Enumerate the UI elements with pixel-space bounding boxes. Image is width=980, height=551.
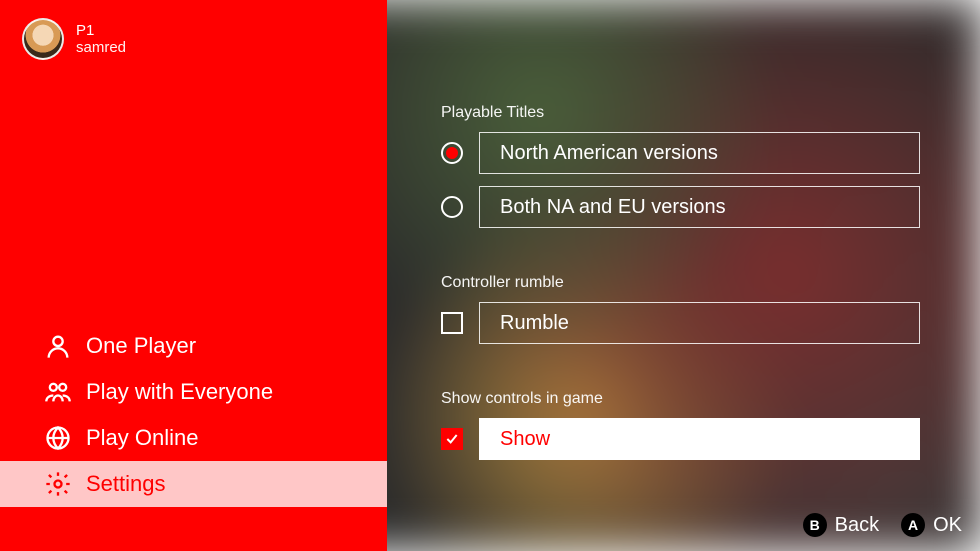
option-label: Both NA and EU versions (500, 196, 726, 219)
sidebar-item-play-with-everyone[interactable]: Play with Everyone (0, 369, 387, 415)
footer-hints: B Back A OK (803, 513, 962, 537)
radio-icon (441, 142, 463, 164)
option-box: Show (479, 418, 920, 460)
option-label: North American versions (500, 142, 718, 165)
section-label-controller-rumble: Controller rumble (441, 274, 920, 292)
radio-row-both-versions[interactable]: Both NA and EU versions (441, 186, 920, 228)
sidebar-nav: One Player Play with Everyone Play Onlin… (0, 323, 387, 507)
a-button-icon: A (901, 513, 925, 537)
checkbox-icon (441, 428, 463, 450)
sidebar-item-label: Play Online (86, 425, 199, 451)
sidebar-item-one-player[interactable]: One Player (0, 323, 387, 369)
sidebar-item-label: Settings (86, 471, 166, 497)
user-badge: P1 samred (0, 0, 387, 60)
gear-icon (44, 470, 72, 498)
sidebar-item-play-online[interactable]: Play Online (0, 415, 387, 461)
globe-icon (44, 424, 72, 452)
hint-label: Back (835, 514, 879, 537)
avatar (22, 18, 64, 60)
hint-back[interactable]: B Back (803, 513, 879, 537)
player-slot: P1 (76, 22, 126, 39)
sidebar-item-label: Play with Everyone (86, 379, 273, 405)
settings-panel: Playable Titles North American versions … (387, 0, 980, 551)
section-label-show-controls: Show controls in game (441, 390, 920, 408)
checkbox-row-show-controls[interactable]: Show (441, 418, 920, 460)
section-label-playable-titles: Playable Titles (441, 104, 920, 122)
checkbox-row-rumble[interactable]: Rumble (441, 302, 920, 344)
sidebar-item-settings[interactable]: Settings (0, 461, 387, 507)
option-label: Show (500, 428, 550, 451)
b-button-icon: B (803, 513, 827, 537)
hint-label: OK (933, 514, 962, 537)
single-user-icon (44, 332, 72, 360)
radio-row-na-versions[interactable]: North American versions (441, 132, 920, 174)
option-box: Rumble (479, 302, 920, 344)
sidebar-item-label: One Player (86, 333, 196, 359)
radio-icon (441, 196, 463, 218)
checkbox-icon (441, 312, 463, 334)
option-label: Rumble (500, 312, 569, 335)
option-box: North American versions (479, 132, 920, 174)
option-box: Both NA and EU versions (479, 186, 920, 228)
player-name: samred (76, 39, 126, 56)
sidebar: P1 samred One Player Play with Everyone … (0, 0, 387, 551)
hint-ok[interactable]: A OK (901, 513, 962, 537)
group-users-icon (44, 378, 72, 406)
